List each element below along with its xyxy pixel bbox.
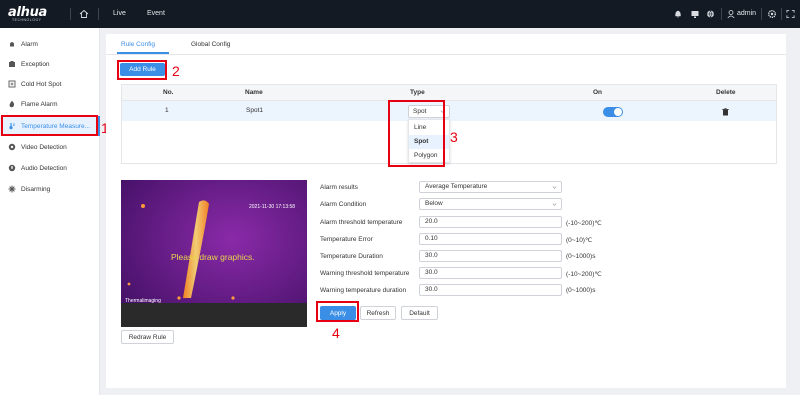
annotation-box-2	[117, 60, 167, 80]
tab-divider	[106, 54, 786, 55]
rule-table: No. Name Type On Delete 1 Spot1 Spot Lin…	[121, 84, 777, 164]
fullscreen-icon[interactable]	[786, 9, 795, 19]
chevron-down-icon	[552, 203, 557, 206]
alarm-threshold-range: (-10~200)℃	[566, 220, 602, 227]
annotation-number-4: 4	[332, 325, 340, 341]
top-bar: alhua TECHNOLOGY Live Event admin	[0, 0, 800, 28]
column-header-type: Type	[410, 89, 425, 96]
annotation-number-2: 2	[172, 63, 180, 79]
column-header-no: No.	[163, 89, 174, 96]
sidebar-item-audio-detection[interactable]: Audio Detection	[0, 158, 100, 178]
warning-duration-range: (0~1000)s	[566, 287, 596, 294]
temperature-duration-range: (0~1000)s	[566, 253, 596, 260]
sidebar-item-exception[interactable]: Exception	[0, 54, 100, 74]
warning-duration-label: Warning temperature duration	[320, 287, 407, 294]
top-separator	[761, 8, 762, 20]
temperature-duration-input[interactable]: 30.0	[419, 250, 562, 262]
sidebar-item-label: Alarm	[21, 40, 38, 48]
annotation-box-1	[1, 115, 98, 136]
sidebar: Alarm Exception Cold Hot Spot Flame Alar…	[0, 28, 100, 395]
thermal-preview[interactable]: 2021-11-30 17:13:58 Please draw graphics…	[121, 180, 307, 327]
sidebar-item-disarming[interactable]: Disarming	[0, 179, 100, 199]
top-separator	[98, 8, 99, 20]
top-separator	[781, 8, 782, 20]
redraw-rule-button[interactable]: Redraw Rule	[121, 330, 174, 344]
alarm-threshold-label: Alarm threshold temperature	[320, 219, 403, 226]
home-icon[interactable]	[79, 9, 89, 19]
warning-threshold-input[interactable]: 30.0	[419, 267, 562, 279]
preview-timestamp: 2021-11-30 17:13:58	[249, 204, 296, 210]
gear-icon[interactable]	[767, 9, 777, 19]
refresh-button[interactable]: Refresh	[360, 306, 396, 320]
user-name[interactable]: admin	[737, 10, 756, 17]
warning-threshold-range: (-10~200)℃	[566, 271, 602, 278]
nav-live[interactable]: Live	[113, 10, 126, 17]
temperature-error-label: Temperature Error	[320, 236, 373, 243]
annotation-box-3	[388, 100, 445, 167]
warning-duration-input[interactable]: 30.0	[419, 284, 562, 296]
annotation-number-3: 3	[450, 129, 458, 145]
sidebar-item-label: Video Detection	[21, 143, 67, 151]
preview-overlay-text: Please draw graphics.	[171, 252, 255, 262]
column-header-on: On	[593, 89, 603, 96]
toggle-knob	[614, 108, 622, 116]
sidebar-item-label: Flame Alarm	[21, 100, 58, 108]
alarm-results-select[interactable]: Average Temperature	[419, 181, 562, 193]
sidebar-item-video-detection[interactable]: Video Detection	[0, 137, 100, 157]
sidebar-item-label: Cold Hot Spot	[21, 80, 62, 88]
sidebar-item-alarm[interactable]: Alarm	[0, 34, 100, 54]
main-panel: Rule Config Global Config Add Rule No. N…	[106, 34, 786, 388]
temperature-error-range: (0~10)℃	[566, 237, 593, 244]
monitor-icon[interactable]	[691, 9, 699, 19]
chevron-down-icon	[552, 186, 557, 189]
audio-detection-icon	[7, 164, 16, 173]
warning-threshold-label: Warning threshold temperature	[320, 270, 410, 277]
flame-icon	[7, 100, 16, 109]
column-header-delete: Delete	[716, 89, 736, 96]
sidebar-item-label: Disarming	[21, 185, 51, 193]
annotation-box-4	[316, 301, 359, 322]
alarm-threshold-input[interactable]: 20.0	[419, 216, 562, 228]
user-icon[interactable]	[727, 9, 735, 19]
sidebar-item-cold-hot-spot[interactable]: Cold Hot Spot	[0, 74, 100, 94]
preview-watermark: Thermalimaging	[125, 298, 161, 304]
globe-icon[interactable]	[706, 9, 715, 19]
bell-icon[interactable]	[674, 9, 682, 19]
cold-hot-spot-icon	[7, 80, 16, 89]
rule-name: Spot1	[246, 107, 263, 114]
tab-global-config[interactable]: Global Config	[191, 41, 230, 48]
temperature-duration-label: Temperature Duration	[320, 253, 383, 260]
row-number: 1	[165, 107, 169, 114]
disarming-icon	[7, 185, 16, 194]
top-separator	[721, 8, 722, 20]
alarm-results-value: Average Temperature	[425, 183, 488, 190]
top-separator	[70, 8, 71, 20]
tab-rule-config[interactable]: Rule Config	[121, 41, 155, 48]
nav-event[interactable]: Event	[147, 10, 165, 17]
video-detection-icon	[7, 143, 16, 152]
alarm-results-label: Alarm results	[320, 184, 358, 191]
temperature-error-input[interactable]: 0.10	[419, 233, 562, 245]
alarm-condition-select[interactable]: Below	[419, 198, 562, 210]
exception-icon	[7, 60, 16, 69]
column-header-name: Name	[245, 89, 263, 96]
sidebar-item-label: Audio Detection	[21, 164, 67, 172]
alarm-icon	[7, 40, 16, 49]
default-button[interactable]: Default	[401, 306, 438, 320]
dahua-logo: alhua TECHNOLOGY	[8, 5, 60, 22]
table-header: No. Name Type On Delete	[122, 85, 776, 101]
alarm-condition-label: Alarm Condition	[320, 201, 367, 208]
alarm-condition-value: Below	[425, 200, 443, 207]
logo-subtext: TECHNOLOGY	[12, 18, 42, 22]
sidebar-item-flame-alarm[interactable]: Flame Alarm	[0, 94, 100, 114]
trash-icon[interactable]	[722, 108, 729, 116]
rule-enable-toggle[interactable]	[603, 107, 623, 117]
sidebar-item-label: Exception	[21, 60, 50, 68]
